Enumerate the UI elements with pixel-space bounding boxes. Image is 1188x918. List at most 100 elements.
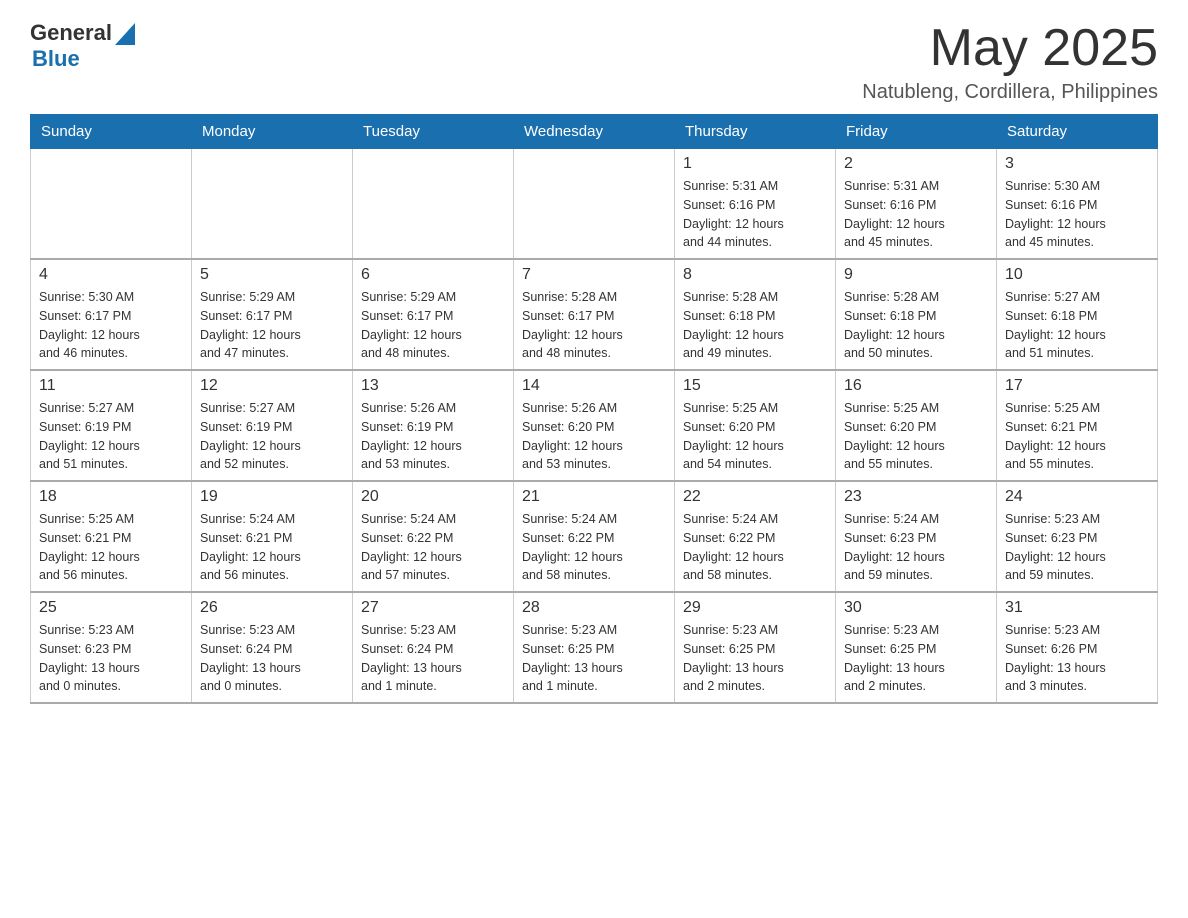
day-info: Sunrise: 5:31 AM Sunset: 6:16 PM Dayligh… [844, 177, 988, 252]
day-number: 20 [361, 488, 505, 506]
calendar-cell: 15 Sunrise: 5:25 AM Sunset: 6:20 PM Dayli… [675, 370, 836, 481]
calendar-cell: 25 Sunrise: 5:23 AM Sunset: 6:23 PM Dayli… [31, 592, 192, 703]
calendar-week-5: 25 Sunrise: 5:23 AM Sunset: 6:23 PM Dayli… [31, 592, 1158, 703]
header-cell-tuesday: Tuesday [353, 115, 514, 149]
calendar-week-4: 18Sunrise: 5:25 AM Sunset: 6:21 PM Dayli… [31, 481, 1158, 592]
calendar-cell: 27 Sunrise: 5:23 AM Sunset: 6:24 PM Dayli… [353, 592, 514, 703]
logo-text-blue: Blue [32, 46, 80, 72]
calendar-cell: 2Sunrise: 5:31 AM Sunset: 6:16 PM Daylig… [836, 149, 997, 260]
day-info: Sunrise: 5:25 AM Sunset: 6:20 PM Dayligh… [683, 399, 827, 474]
day-info: Sunrise: 5:28 AM Sunset: 6:18 PM Dayligh… [683, 288, 827, 363]
calendar-cell: 4Sunrise: 5:30 AM Sunset: 6:17 PM Daylig… [31, 259, 192, 370]
day-number: 26 [200, 599, 344, 617]
calendar-cell [192, 149, 353, 260]
day-info: Sunrise: 5:24 AM Sunset: 6:22 PM Dayligh… [683, 510, 827, 585]
day-info: Sunrise: 5:27 AM Sunset: 6:18 PM Dayligh… [1005, 288, 1149, 363]
calendar-header: SundayMondayTuesdayWednesdayThursdayFrid… [31, 115, 1158, 149]
calendar-cell: 24Sunrise: 5:23 AM Sunset: 6:23 PM Dayli… [997, 481, 1158, 592]
day-info: Sunrise: 5:25 AM Sunset: 6:21 PM Dayligh… [39, 510, 183, 585]
day-number: 8 [683, 266, 827, 284]
day-number: 15 [683, 377, 827, 395]
calendar-cell [31, 149, 192, 260]
day-number: 6 [361, 266, 505, 284]
day-info: Sunrise: 5:23 AM Sunset: 6:25 PM Dayligh… [683, 621, 827, 696]
calendar-cell: 12 Sunrise: 5:27 AM Sunset: 6:19 PM Dayli… [192, 370, 353, 481]
location-title: Natubleng, Cordillera, Philippines [862, 81, 1158, 104]
day-number: 14 [522, 377, 666, 395]
calendar-cell: 6Sunrise: 5:29 AM Sunset: 6:17 PM Daylig… [353, 259, 514, 370]
day-info: Sunrise: 5:23 AM Sunset: 6:26 PM Dayligh… [1005, 621, 1149, 696]
day-number: 29 [683, 599, 827, 617]
calendar-body: 1 Sunrise: 5:31 AM Sunset: 6:16 PM Daylig… [31, 149, 1158, 704]
day-number: 12 [200, 377, 344, 395]
day-number: 5 [200, 266, 344, 284]
calendar-cell: 26 Sunrise: 5:23 AM Sunset: 6:24 PM Dayli… [192, 592, 353, 703]
day-info: Sunrise: 5:28 AM Sunset: 6:17 PM Dayligh… [522, 288, 666, 363]
calendar-cell: 29 Sunrise: 5:23 AM Sunset: 6:25 PM Dayli… [675, 592, 836, 703]
day-info: Sunrise: 5:24 AM Sunset: 6:22 PM Dayligh… [522, 510, 666, 585]
header-cell-sunday: Sunday [31, 115, 192, 149]
day-number: 13 [361, 377, 505, 395]
day-info: Sunrise: 5:24 AM Sunset: 6:22 PM Dayligh… [361, 510, 505, 585]
calendar-cell: 14 Sunrise: 5:26 AM Sunset: 6:20 PM Dayli… [514, 370, 675, 481]
calendar-week-3: 11 Sunrise: 5:27 AM Sunset: 6:19 PM Dayli… [31, 370, 1158, 481]
calendar-table: SundayMondayTuesdayWednesdayThursdayFrid… [30, 114, 1158, 704]
logo-text-general: General [30, 20, 112, 46]
calendar-cell: 18Sunrise: 5:25 AM Sunset: 6:21 PM Dayli… [31, 481, 192, 592]
day-info: Sunrise: 5:26 AM Sunset: 6:19 PM Dayligh… [361, 399, 505, 474]
header-row: SundayMondayTuesdayWednesdayThursdayFrid… [31, 115, 1158, 149]
calendar-cell [514, 149, 675, 260]
page-header: General Blue May 2025 Natubleng, Cordill… [30, 20, 1158, 104]
day-info: Sunrise: 5:31 AM Sunset: 6:16 PM Dayligh… [683, 177, 827, 252]
calendar-cell: 7 Sunrise: 5:28 AM Sunset: 6:17 PM Daylig… [514, 259, 675, 370]
calendar-cell: 22 Sunrise: 5:24 AM Sunset: 6:22 PM Dayli… [675, 481, 836, 592]
logo-triangle-icon [115, 23, 135, 45]
day-number: 27 [361, 599, 505, 617]
day-number: 1 [683, 155, 827, 173]
day-info: Sunrise: 5:25 AM Sunset: 6:21 PM Dayligh… [1005, 399, 1149, 474]
day-number: 24 [1005, 488, 1149, 506]
calendar-cell: 20 Sunrise: 5:24 AM Sunset: 6:22 PM Dayli… [353, 481, 514, 592]
day-number: 11 [39, 377, 183, 395]
day-info: Sunrise: 5:26 AM Sunset: 6:20 PM Dayligh… [522, 399, 666, 474]
day-info: Sunrise: 5:30 AM Sunset: 6:16 PM Dayligh… [1005, 177, 1149, 252]
day-info: Sunrise: 5:23 AM Sunset: 6:24 PM Dayligh… [361, 621, 505, 696]
day-number: 23 [844, 488, 988, 506]
day-info: Sunrise: 5:23 AM Sunset: 6:24 PM Dayligh… [200, 621, 344, 696]
calendar-cell: 16 Sunrise: 5:25 AM Sunset: 6:20 PM Dayli… [836, 370, 997, 481]
day-info: Sunrise: 5:24 AM Sunset: 6:23 PM Dayligh… [844, 510, 988, 585]
calendar-cell [353, 149, 514, 260]
day-info: Sunrise: 5:24 AM Sunset: 6:21 PM Dayligh… [200, 510, 344, 585]
day-info: Sunrise: 5:25 AM Sunset: 6:20 PM Dayligh… [844, 399, 988, 474]
day-info: Sunrise: 5:28 AM Sunset: 6:18 PM Dayligh… [844, 288, 988, 363]
day-number: 21 [522, 488, 666, 506]
header-right: May 2025 Natubleng, Cordillera, Philippi… [862, 20, 1158, 104]
calendar-cell: 5Sunrise: 5:29 AM Sunset: 6:17 PM Daylig… [192, 259, 353, 370]
day-number: 7 [522, 266, 666, 284]
day-info: Sunrise: 5:23 AM Sunset: 6:23 PM Dayligh… [39, 621, 183, 696]
day-info: Sunrise: 5:27 AM Sunset: 6:19 PM Dayligh… [200, 399, 344, 474]
day-number: 4 [39, 266, 183, 284]
day-number: 31 [1005, 599, 1149, 617]
calendar-cell: 13 Sunrise: 5:26 AM Sunset: 6:19 PM Dayli… [353, 370, 514, 481]
logo: General Blue [30, 20, 135, 72]
day-number: 16 [844, 377, 988, 395]
day-number: 28 [522, 599, 666, 617]
calendar-week-1: 1 Sunrise: 5:31 AM Sunset: 6:16 PM Daylig… [31, 149, 1158, 260]
calendar-cell: 23 Sunrise: 5:24 AM Sunset: 6:23 PM Dayli… [836, 481, 997, 592]
day-number: 30 [844, 599, 988, 617]
day-number: 17 [1005, 377, 1149, 395]
day-info: Sunrise: 5:23 AM Sunset: 6:25 PM Dayligh… [522, 621, 666, 696]
calendar-cell: 19Sunrise: 5:24 AM Sunset: 6:21 PM Dayli… [192, 481, 353, 592]
header-cell-saturday: Saturday [997, 115, 1158, 149]
calendar-cell: 30Sunrise: 5:23 AM Sunset: 6:25 PM Dayli… [836, 592, 997, 703]
calendar-week-2: 4Sunrise: 5:30 AM Sunset: 6:17 PM Daylig… [31, 259, 1158, 370]
day-number: 22 [683, 488, 827, 506]
calendar-cell: 9Sunrise: 5:28 AM Sunset: 6:18 PM Daylig… [836, 259, 997, 370]
calendar-cell: 11Sunrise: 5:27 AM Sunset: 6:19 PM Dayli… [31, 370, 192, 481]
header-cell-friday: Friday [836, 115, 997, 149]
header-cell-wednesday: Wednesday [514, 115, 675, 149]
header-cell-thursday: Thursday [675, 115, 836, 149]
day-number: 10 [1005, 266, 1149, 284]
day-number: 25 [39, 599, 183, 617]
